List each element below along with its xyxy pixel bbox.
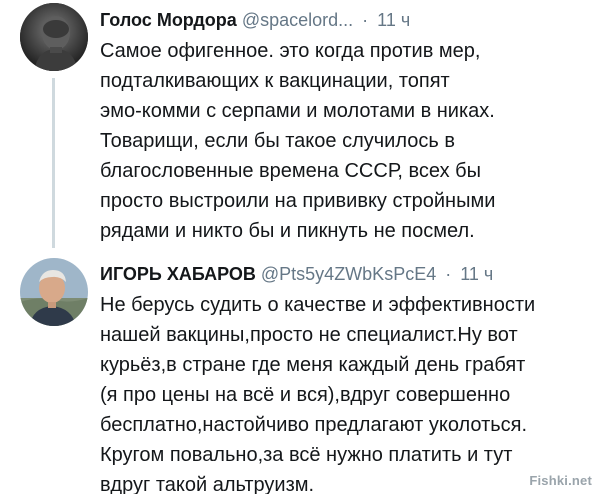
- avatar-golos-mordora[interactable]: [20, 3, 88, 71]
- tweet-1-paragraph-2: Товарищи, если бы такое случилось в благ…: [100, 130, 496, 242]
- tweet-2-header: ИГОРЬ ХАБАРОВ @Pts5y4ZWbKsPcE4 · 11 ч: [100, 262, 590, 286]
- header-separator: ·: [362, 10, 369, 30]
- tweet-timestamp[interactable]: 11 ч: [460, 264, 493, 284]
- author-handle[interactable]: @spacelord...: [242, 10, 353, 30]
- author-name[interactable]: Голос Мордора: [100, 10, 237, 30]
- header-separator: ·: [445, 264, 452, 284]
- avatar-igor-khabarov[interactable]: [20, 258, 88, 326]
- tweet-2-paragraph-1: Не берусь судить о качестве и эффективно…: [100, 294, 536, 494]
- tweet-1-header: Голос Мордора @spacelord... · 11 ч: [100, 8, 590, 32]
- tweet-2-content: ИГОРЬ ХАБАРОВ @Pts5y4ZWbKsPcE4 · 11 ч Не…: [100, 262, 590, 494]
- avatar-dark-portrait-icon: [20, 3, 88, 71]
- tweet-timestamp[interactable]: 11 ч: [377, 10, 410, 30]
- site-watermark: Fishki.net: [529, 473, 592, 488]
- author-name[interactable]: ИГОРЬ ХАБАРОВ: [100, 264, 256, 284]
- avatar-man-photo-icon: [20, 258, 88, 326]
- tweet-1-paragraph-1: Самое офигенное. это когда против мер, п…: [100, 40, 495, 122]
- tweet-1-content: Голос Мордора @spacelord... · 11 ч Самое…: [100, 8, 590, 246]
- author-handle[interactable]: @Pts5y4ZWbKsPcE4: [261, 264, 436, 284]
- thread-connector-line: [52, 78, 55, 248]
